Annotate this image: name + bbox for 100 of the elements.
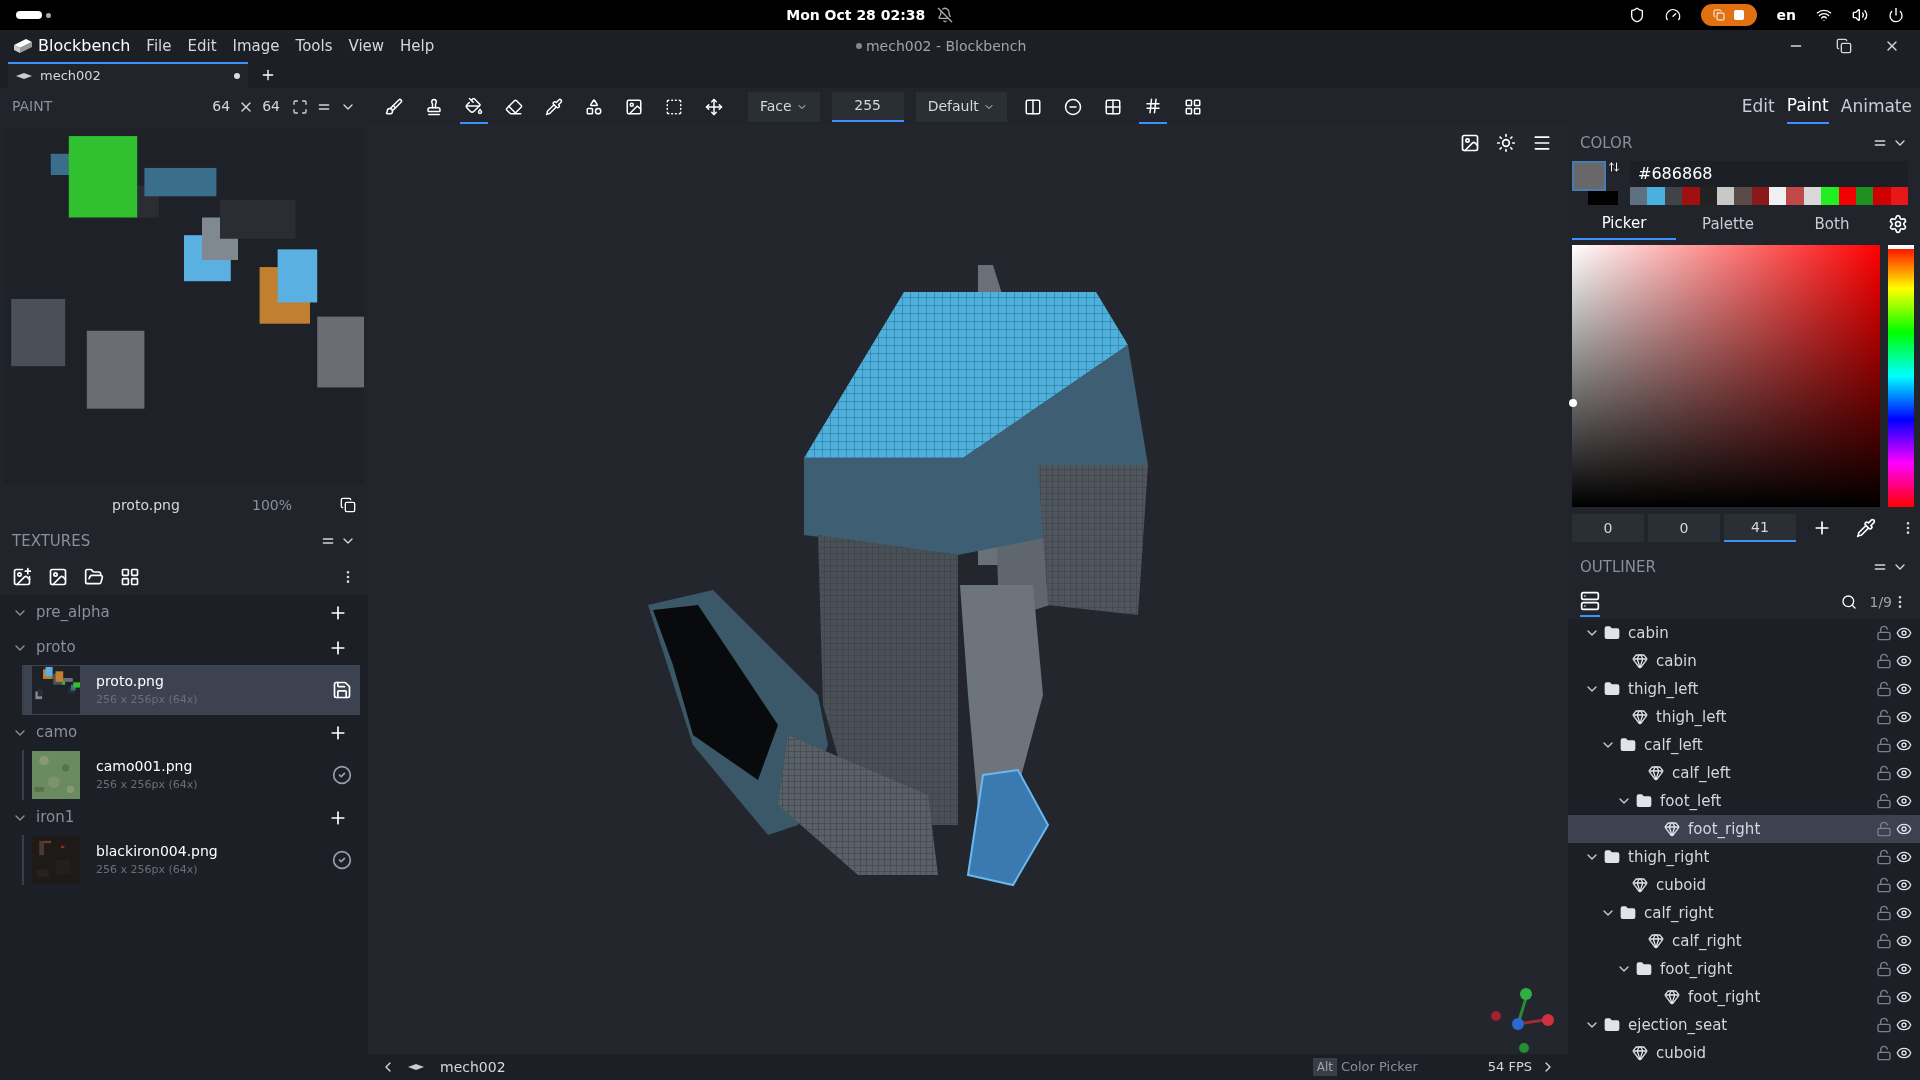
pipette-icon[interactable] [1856,518,1876,538]
visibility-icon[interactable] [1896,1045,1912,1061]
visibility-icon[interactable] [1896,849,1912,865]
texture-item[interactable]: camo001.png 256 x 256px (64x) [22,750,360,800]
outliner-row[interactable]: calf_left [1568,759,1920,787]
mode-tab[interactable]: Paint [1786,89,1829,124]
unlock-icon[interactable] [1876,653,1892,669]
palette-swatch[interactable] [1734,187,1752,205]
unlock-icon[interactable] [1876,765,1892,781]
visibility-icon[interactable] [1896,905,1912,921]
outliner-row[interactable]: cabin [1568,647,1920,675]
hex-field[interactable]: #686868 [1630,161,1908,187]
mode-tab[interactable]: Edit [1741,89,1775,124]
palette-swatch[interactable] [1821,187,1839,205]
texture-item[interactable]: blackiron004.png 256 x 256px (64x) [22,835,360,885]
unlock-icon[interactable] [1876,877,1892,893]
menu-icon[interactable] [1532,133,1552,153]
outliner-row[interactable]: cuboid [1568,1039,1920,1067]
unlock-icon[interactable] [1876,849,1892,865]
workspace-indicator[interactable] [16,11,42,19]
color-tab[interactable]: Picker [1572,208,1676,240]
visibility-icon[interactable] [1896,877,1912,893]
opacity-field[interactable]: 255 [831,91,904,122]
outliner-row[interactable]: foot_right [1568,955,1920,983]
visibility-icon[interactable] [1896,709,1912,725]
outliner-row[interactable]: foot_right [1568,815,1920,843]
menu-item[interactable]: Edit [187,34,217,58]
visibility-icon[interactable] [1896,793,1912,809]
power-icon[interactable] [1888,7,1904,23]
visibility-icon[interactable] [1896,821,1912,837]
menu-item[interactable]: Help [400,34,435,58]
palette-swatch[interactable] [1647,187,1665,205]
unlock-icon[interactable] [1876,625,1892,641]
swap-icon[interactable] [1608,161,1620,173]
hue-slider[interactable] [1888,245,1914,507]
visibility-icon[interactable] [1896,681,1912,697]
secondary-color-swatch[interactable] [1588,191,1618,205]
background-icon[interactable] [1460,133,1480,153]
outliner-row[interactable]: calf_right [1568,927,1920,955]
outliner-row[interactable]: cabin [1568,619,1920,647]
menu-item[interactable]: View [348,34,385,58]
open-folder-icon[interactable] [84,567,104,587]
unlock-icon[interactable] [1876,961,1892,977]
menu-item[interactable]: File [146,34,172,58]
visibility-icon[interactable] [1896,653,1912,669]
screen-share-indicator[interactable] [1700,4,1757,26]
outliner-row[interactable]: thigh_right [1568,843,1920,871]
outliner-row[interactable]: thigh_left [1568,675,1920,703]
palette-swatch[interactable] [1786,187,1804,205]
volume-icon[interactable] [1852,7,1868,23]
color-picker-cursor[interactable] [1569,399,1577,407]
unlock-icon[interactable] [1876,1017,1892,1033]
visibility-icon[interactable] [1896,737,1912,753]
visibility-icon[interactable] [1896,1017,1912,1033]
unlock-icon[interactable] [1876,793,1892,809]
menu-item[interactable]: Tools [295,34,333,58]
palette-swatch[interactable] [1873,187,1891,205]
outliner-row[interactable]: foot_left [1568,787,1920,815]
search-icon[interactable] [1841,594,1858,610]
copy-icon[interactable] [340,497,356,513]
fullscreen-icon[interactable] [292,98,308,115]
mode-tab[interactable]: Animate [1840,89,1912,124]
color-value-field[interactable]: 0 [1648,514,1720,542]
visibility-icon[interactable] [1896,765,1912,781]
unlock-icon[interactable] [1876,709,1892,725]
new-tab-icon[interactable] [260,67,276,83]
lighting-icon[interactable] [1496,133,1516,153]
grid-add-icon[interactable] [120,567,140,587]
palette-swatch[interactable] [1630,187,1648,205]
outliner-row[interactable]: calf_left [1568,731,1920,759]
outliner-row[interactable]: ejection_seat [1568,1011,1920,1039]
color-value-field[interactable]: 0 [1572,514,1644,542]
unlock-icon[interactable] [1876,989,1892,1005]
clock[interactable]: Mon Oct 28 02:38 [786,4,926,26]
outliner-row[interactable]: foot_right [1568,983,1920,1011]
project-tab[interactable]: mech002 [8,62,248,88]
fill-mode-dropdown[interactable]: Face [748,91,820,122]
color-tab[interactable]: Both [1780,208,1884,240]
wifi-icon[interactable] [1816,7,1832,23]
visibility-icon[interactable] [1896,625,1912,641]
color-tab[interactable]: Palette [1676,208,1780,240]
visibility-icon[interactable] [1896,933,1912,949]
unlock-icon[interactable] [1876,681,1892,697]
image-icon[interactable] [48,567,68,587]
language-indicator[interactable]: en [1776,4,1796,26]
unlock-icon[interactable] [1876,933,1892,949]
color-value-field[interactable]: 41 [1724,514,1796,542]
unlock-icon[interactable] [1876,737,1892,753]
unlock-icon[interactable] [1876,905,1892,921]
unlock-icon[interactable] [1876,1045,1892,1061]
outliner-row[interactable]: cuboid [1568,871,1920,899]
bell-off-icon[interactable] [937,7,954,23]
restore-icon[interactable] [1836,38,1852,54]
menu-item[interactable]: Image [232,34,280,58]
hue-thumb[interactable] [1888,245,1914,249]
blend-mode-dropdown[interactable]: Default [915,91,1007,122]
palette-swatch[interactable] [1682,187,1700,205]
gauge-icon[interactable] [1664,7,1681,23]
color-picker-area[interactable] [1572,245,1880,507]
outliner-row[interactable]: calf_right [1568,899,1920,927]
